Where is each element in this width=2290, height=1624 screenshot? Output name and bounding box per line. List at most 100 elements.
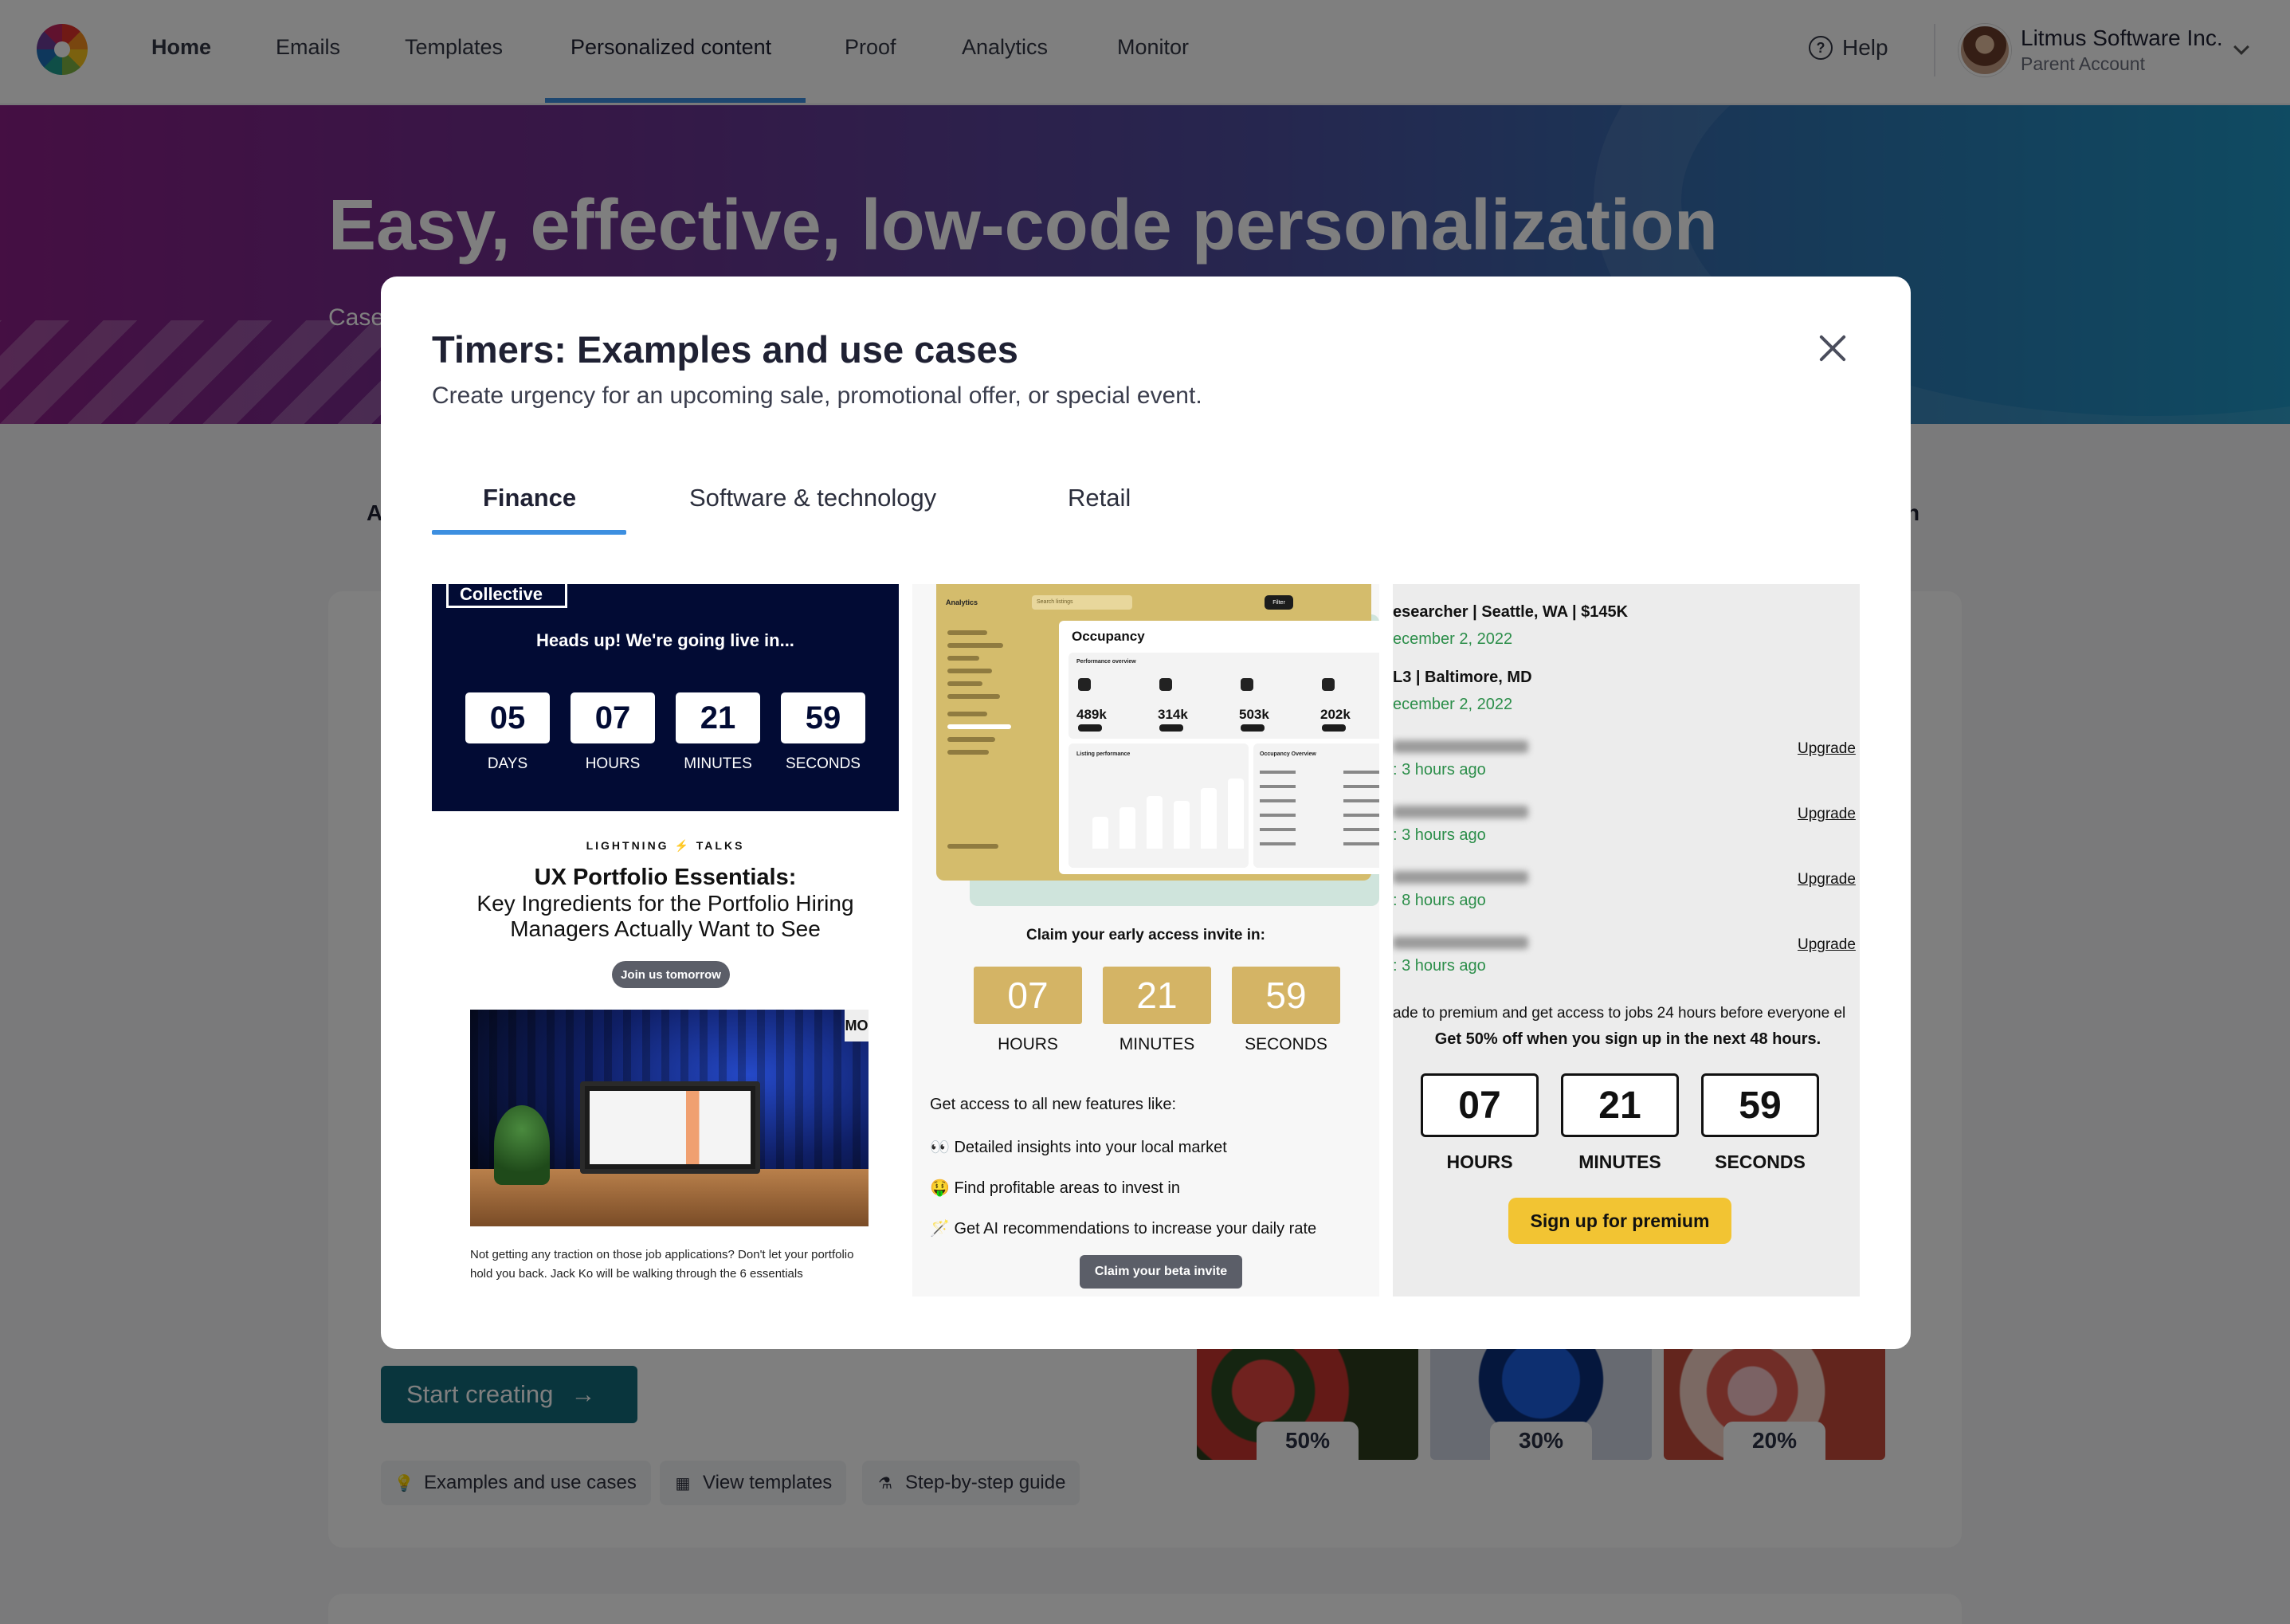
metric-icon bbox=[1078, 678, 1091, 691]
metric-icon bbox=[1241, 678, 1253, 691]
job-posted-time: : 3 hours ago bbox=[1393, 761, 1486, 779]
sidebar-line bbox=[947, 712, 987, 716]
countdown-label: MINUTES bbox=[684, 755, 752, 772]
job-date: ecember 2, 2022 bbox=[1393, 630, 1513, 648]
chart-bar bbox=[1201, 788, 1217, 849]
upsell-text: ade to premium and get access to jobs 24… bbox=[1393, 1005, 1846, 1022]
monitor bbox=[580, 1081, 760, 1174]
event-kicker: LIGHTNING ⚡ TALKS bbox=[586, 839, 745, 852]
overview-title: Occupancy Overview bbox=[1260, 751, 1316, 757]
example-email-beta-invite[interactable]: Analytics Search listings Filter Occupan… bbox=[912, 584, 1379, 1296]
overview-row bbox=[1260, 828, 1379, 831]
metric-icon bbox=[1322, 678, 1335, 691]
metric-value: 202k bbox=[1320, 707, 1351, 722]
countdown-label: SECONDS bbox=[1245, 1035, 1327, 1053]
tab-retail[interactable]: Retail bbox=[1068, 484, 1131, 512]
tab-finance[interactable]: Finance bbox=[483, 484, 576, 512]
listing-performance-chart: Listing performance bbox=[1069, 743, 1249, 868]
countdown-label: MINUTES bbox=[1578, 1151, 1661, 1172]
countdown-headline: Heads up! We're going live in... bbox=[536, 630, 794, 650]
blurred-job-title bbox=[1393, 740, 1528, 753]
overview-row bbox=[1260, 799, 1379, 802]
chart-bar bbox=[1228, 779, 1244, 849]
event-subtitle: Key Ingredients for the Portfolio Hiring… bbox=[476, 891, 854, 941]
plant bbox=[494, 1105, 550, 1185]
tab-active-indicator bbox=[432, 530, 626, 535]
performance-overview: Performance overview 489k 314k 503k 202k bbox=[1069, 653, 1379, 739]
metric-value: 314k bbox=[1158, 707, 1188, 722]
job-title: L3 | Baltimore, MD bbox=[1393, 669, 1532, 686]
tab-software-technology[interactable]: Software & technology bbox=[689, 484, 936, 512]
metric-change bbox=[1322, 724, 1346, 732]
overview-row bbox=[1260, 785, 1379, 788]
chart-bar bbox=[1120, 807, 1135, 849]
blurred-job-title bbox=[1393, 806, 1528, 818]
example-email-job-board[interactable]: esearcher | Seattle, WA | $145K ecember … bbox=[1393, 584, 1860, 1296]
overview-row bbox=[1260, 814, 1379, 817]
desk-photo: MO bbox=[470, 1010, 869, 1226]
email-body-text: Not getting any traction on those job ap… bbox=[470, 1248, 854, 1281]
examples-modal: Timers: Examples and use cases Create ur… bbox=[381, 277, 1911, 1349]
countdown-label: HOURS bbox=[585, 755, 641, 772]
overview-row bbox=[1260, 771, 1379, 774]
countdown-label: SECONDS bbox=[786, 755, 861, 772]
countdown-label: MINUTES bbox=[1119, 1035, 1195, 1053]
dashboard-search: Search listings bbox=[1032, 595, 1132, 610]
upgrade-link: Upgrade bbox=[1798, 936, 1856, 953]
offer-text: Get 50% off when you sign up in the next… bbox=[1434, 1030, 1821, 1048]
countdown-minutes: 21 bbox=[676, 692, 760, 743]
blurred-job-title bbox=[1393, 871, 1528, 884]
countdown-label: DAYS bbox=[487, 755, 528, 772]
countdown-seconds: 59 bbox=[1701, 1073, 1819, 1137]
sidebar-line bbox=[947, 643, 1003, 648]
email-hero-countdown: Collective Heads up! We're going live in… bbox=[432, 584, 899, 811]
metric-change bbox=[1159, 724, 1183, 732]
feature-item: 🪄 Get AI recommendations to increase you… bbox=[930, 1220, 1317, 1238]
countdown-hours: 07 bbox=[571, 692, 655, 743]
chart-title: Listing performance bbox=[1076, 751, 1131, 757]
metric-value: 503k bbox=[1239, 707, 1269, 722]
dashboard-title: Occupancy bbox=[1072, 629, 1145, 644]
job-date: ecember 2, 2022 bbox=[1393, 696, 1513, 713]
premium-signup-button: Sign up for premium bbox=[1508, 1198, 1731, 1244]
metric-change bbox=[1241, 724, 1265, 732]
claim-headline: Claim your early access invite in: bbox=[1026, 927, 1265, 943]
chart-bar bbox=[1147, 796, 1163, 849]
dashboard-filter: Filter bbox=[1265, 595, 1293, 610]
upgrade-link: Upgrade bbox=[1798, 871, 1856, 888]
feature-item: 👀 Detailed insights into your local mark… bbox=[930, 1139, 1227, 1156]
example-email-lightning-talks[interactable]: Collective Heads up! We're going live in… bbox=[432, 584, 899, 1296]
photo-tag: MO bbox=[845, 1010, 869, 1041]
close-icon[interactable] bbox=[1817, 332, 1849, 364]
overview-row bbox=[1260, 842, 1379, 845]
metric-change bbox=[1078, 724, 1102, 732]
dashboard-app-name: Analytics bbox=[946, 598, 978, 606]
countdown-label: SECONDS bbox=[1715, 1151, 1806, 1172]
blurred-job-title bbox=[1393, 936, 1528, 949]
features-intro: Get access to all new features like: bbox=[930, 1096, 1177, 1113]
join-button: Join us tomorrow bbox=[612, 961, 730, 988]
sidebar-line bbox=[947, 669, 992, 673]
countdown-seconds: 59 bbox=[1232, 967, 1340, 1024]
sidebar-line bbox=[947, 750, 989, 755]
job-posted-time: : 8 hours ago bbox=[1393, 892, 1486, 909]
job-posted-time: : 3 hours ago bbox=[1393, 826, 1486, 844]
upgrade-link: Upgrade bbox=[1798, 806, 1856, 822]
countdown-hours: 07 bbox=[974, 967, 1082, 1024]
job-posted-time: : 3 hours ago bbox=[1393, 957, 1486, 975]
metric-icon bbox=[1159, 678, 1172, 691]
sidebar-line bbox=[947, 737, 995, 742]
upgrade-link: Upgrade bbox=[1798, 740, 1856, 757]
chart-bar bbox=[1174, 801, 1190, 849]
occupancy-overview: Occupancy Overview bbox=[1253, 743, 1379, 868]
dashboard-main: Occupancy Performance overview 489k 314k… bbox=[1059, 621, 1379, 874]
countdown-hours: 07 bbox=[1421, 1073, 1539, 1137]
brand-logo: Collective bbox=[446, 584, 567, 608]
countdown-label: HOURS bbox=[1446, 1151, 1513, 1172]
countdown-days: 05 bbox=[465, 692, 550, 743]
claim-invite-button: Claim your beta invite bbox=[1080, 1255, 1242, 1289]
chart-bar bbox=[1092, 817, 1108, 849]
performance-title: Performance overview bbox=[1076, 659, 1136, 665]
sidebar-line bbox=[947, 844, 998, 849]
metric-value: 489k bbox=[1076, 707, 1107, 722]
